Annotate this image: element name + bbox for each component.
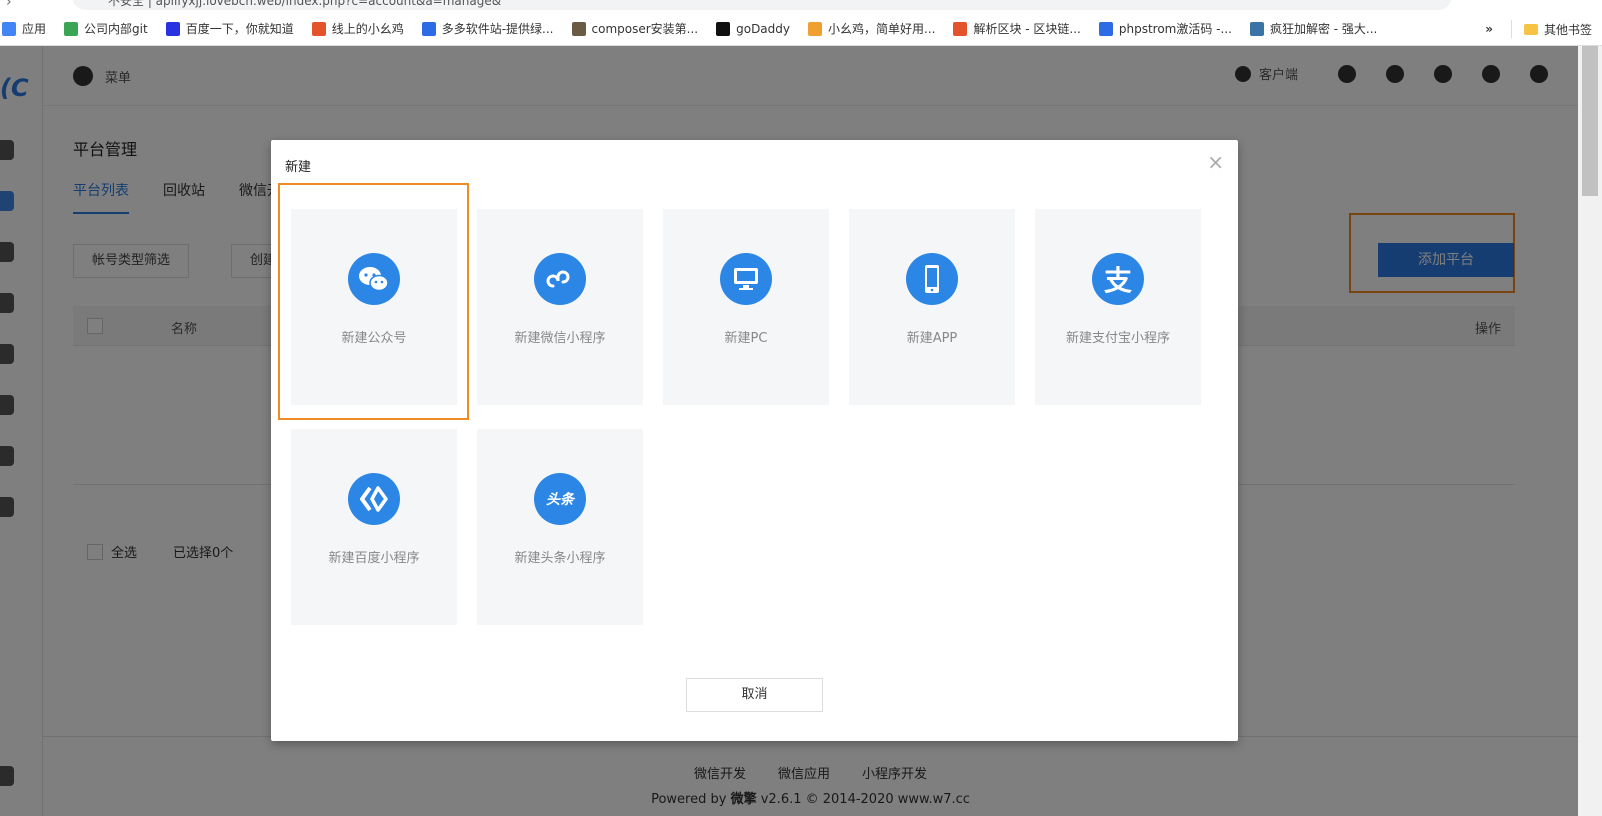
new-wechat-miniprogram-card[interactable]: 新建微信小程序 <box>477 209 643 405</box>
bookmark-item[interactable]: 线上的小幺鸡 <box>311 20 404 37</box>
wechat-icon <box>348 253 400 305</box>
bookmark-label: 解析区块 - 区块链... <box>973 22 1081 36</box>
d-icon <box>421 21 436 36</box>
modal-title: 新建 <box>285 160 312 175</box>
bookmarks-bar: 应用 公司内部git 百度一下，你就知道 线上的小幺鸡 多多软件站-提供绿... comp… <box>0 12 1602 46</box>
doc-icon <box>311 21 326 36</box>
new-platform-modal: 新建 × 新建公众号 新建微信小程序 新建PC 新建APP 支 新建支付宝小程序… <box>271 140 1238 741</box>
python-icon <box>1249 21 1264 36</box>
close-icon[interactable]: × <box>1207 152 1224 172</box>
card-label: 新建百度小程序 <box>328 551 420 566</box>
new-pc-card[interactable]: 新建PC <box>663 209 829 405</box>
bookmark-label: 多多软件站-提供绿... <box>441 22 554 36</box>
card-label: 新建公众号 <box>341 331 407 346</box>
baidu-smart-icon <box>348 473 400 525</box>
address-bar-area: › 不安全 | apiifyxjj.lovebch.web/index.php?… <box>0 0 1602 12</box>
bookmark-item[interactable]: phpstrom激活码 -... <box>1098 20 1232 37</box>
scrollbar-thumb[interactable] <box>1582 46 1598 196</box>
new-app-card[interactable]: 新建APP <box>849 209 1015 405</box>
more-bookmarks-button[interactable]: » <box>1485 22 1493 36</box>
bookmark-item[interactable]: 解析区块 - 区块链... <box>953 20 1081 37</box>
bookmark-label: 公司内部git <box>84 22 148 36</box>
bookmark-item[interactable]: 公司内部git <box>64 20 148 37</box>
cancel-button[interactable]: 取消 <box>686 678 823 712</box>
bookmark-label: 线上的小幺鸡 <box>331 22 404 36</box>
monitor-icon <box>720 253 772 305</box>
phone-icon <box>906 253 958 305</box>
card-label: 新建头条小程序 <box>514 551 606 566</box>
php-icon <box>1098 21 1113 36</box>
new-official-account-card[interactable]: 新建公众号 <box>291 209 457 405</box>
new-alipay-miniprogram-card[interactable]: 支 新建支付宝小程序 <box>1035 209 1201 405</box>
git-icon <box>64 21 79 36</box>
chick-icon <box>808 21 822 36</box>
doc-icon <box>953 21 968 36</box>
other-bookmarks[interactable]: 其他书签 <box>1544 21 1592 38</box>
baidu-icon <box>165 21 180 36</box>
bookmark-item[interactable]: 疯狂加解密 - 强大... <box>1249 20 1378 37</box>
page-scrollbar[interactable] <box>1578 46 1602 816</box>
new-toutiao-miniprogram-card[interactable]: 头条 新建头条小程序 <box>477 429 643 625</box>
card-label: 新建微信小程序 <box>514 331 606 346</box>
divider <box>1510 20 1512 38</box>
bookmark-item[interactable]: goDaddy <box>716 21 790 36</box>
bookmark-item[interactable]: 多多软件站-提供绿... <box>421 20 554 37</box>
bookmark-label: phpstrom激活码 -... <box>1118 22 1232 36</box>
composer-icon <box>571 21 586 36</box>
bookmark-item[interactable]: 应用 <box>2 20 46 37</box>
address-bar[interactable]: 不安全 | apiifyxjj.lovebch.web/index.php?c=… <box>72 0 1452 10</box>
bookmark-label: 疯狂加解密 - 强大... <box>1269 22 1378 36</box>
bookmark-item[interactable]: 百度一下，你就知道 <box>165 20 294 37</box>
bookmark-label: 百度一下，你就知道 <box>185 22 294 36</box>
bookmark-label: 应用 <box>22 22 47 36</box>
bookmark-label: 小幺鸡，简单好用... <box>828 22 936 36</box>
bookmark-label: composer安装第... <box>591 22 699 36</box>
toutiao-icon: 头条 <box>534 473 586 525</box>
bookmark-item[interactable]: composer安装第... <box>571 20 699 37</box>
alipay-icon: 支 <box>1092 253 1144 305</box>
card-label: 新建APP <box>906 331 958 346</box>
new-baidu-miniprogram-card[interactable]: 新建百度小程序 <box>291 429 457 625</box>
folder-icon <box>1523 23 1538 35</box>
forward-icon[interactable]: › <box>6 0 12 10</box>
mini-program-icon <box>534 253 586 305</box>
card-label: 新建PC <box>724 331 768 346</box>
bookmark-label: goDaddy <box>736 21 790 36</box>
godaddy-icon <box>716 21 731 36</box>
card-label: 新建支付宝小程序 <box>1065 331 1170 346</box>
apps-icon <box>2 21 16 36</box>
bookmark-item[interactable]: 小幺鸡，简单好用... <box>808 20 935 37</box>
